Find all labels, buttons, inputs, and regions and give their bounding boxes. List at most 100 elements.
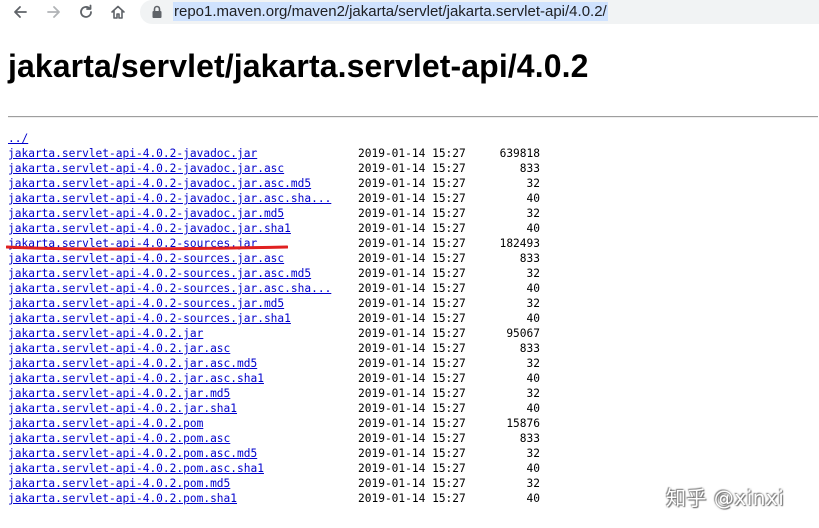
list-item: jakarta.servlet-api-4.0.2-javadoc.jar.md… bbox=[8, 207, 568, 222]
file-link[interactable]: jakarta.servlet-api-4.0.2-javadoc.jar.as… bbox=[8, 192, 331, 206]
file-link[interactable]: jakarta.servlet-api-4.0.2-sources.jar.as… bbox=[8, 267, 311, 281]
file-link[interactable]: jakarta.servlet-api-4.0.2-javadoc.jar bbox=[8, 147, 257, 161]
file-date: 2019-01-14 15:27 bbox=[358, 297, 466, 310]
list-item: jakarta.servlet-api-4.0.2.pom 2019-01-14 … bbox=[8, 417, 568, 432]
file-link[interactable]: jakarta.servlet-api-4.0.2.pom.asc.md5 bbox=[8, 447, 257, 461]
file-date: 2019-01-14 15:27 bbox=[358, 402, 466, 415]
file-size: 32 bbox=[526, 357, 540, 370]
file-date: 2019-01-14 15:27 bbox=[358, 147, 466, 160]
file-date: 2019-01-14 15:27 bbox=[358, 417, 466, 430]
file-rows: jakarta.servlet-api-4.0.2-javadoc.jar 201… bbox=[8, 147, 568, 507]
list-item: jakarta.servlet-api-4.0.2-sources.jar.as… bbox=[8, 252, 568, 267]
file-size: 40 bbox=[526, 402, 540, 415]
file-link[interactable]: jakarta.servlet-api-4.0.2.jar.asc.sha1 bbox=[8, 372, 264, 386]
file-date: 2019-01-14 15:27 bbox=[358, 432, 466, 445]
file-link[interactable]: jakarta.servlet-api-4.0.2-javadoc.jar.as… bbox=[8, 162, 284, 176]
file-link[interactable]: jakarta.servlet-api-4.0.2.jar.asc.md5 bbox=[8, 357, 257, 371]
list-item: jakarta.servlet-api-4.0.2-javadoc.jar.as… bbox=[8, 162, 568, 177]
file-link[interactable]: jakarta.servlet-api-4.0.2.jar.md5 bbox=[8, 387, 230, 401]
file-size: 833 bbox=[519, 252, 540, 265]
file-link[interactable]: jakarta.servlet-api-4.0.2.jar bbox=[8, 327, 203, 341]
file-link[interactable]: jakarta.servlet-api-4.0.2-sources.jar.md… bbox=[8, 297, 284, 311]
file-date: 2019-01-14 15:27 bbox=[358, 192, 466, 205]
address-bar[interactable]: repo1.maven.org/maven2/jakarta/servlet/j… bbox=[140, 0, 819, 24]
file-size: 40 bbox=[526, 372, 540, 385]
list-item: jakarta.servlet-api-4.0.2-javadoc.jar.as… bbox=[8, 192, 568, 207]
watermark: 知乎 @xinxi bbox=[666, 486, 785, 510]
file-size: 32 bbox=[526, 177, 540, 190]
file-size: 833 bbox=[519, 162, 540, 175]
file-size: 32 bbox=[526, 477, 540, 490]
list-item: jakarta.servlet-api-4.0.2-javadoc.jar 201… bbox=[8, 147, 568, 162]
reload-button[interactable] bbox=[75, 1, 97, 23]
file-size: 32 bbox=[526, 207, 540, 220]
file-date: 2019-01-14 15:27 bbox=[358, 267, 466, 280]
file-size: 40 bbox=[526, 282, 540, 295]
home-button[interactable] bbox=[107, 1, 129, 23]
file-date: 2019-01-14 15:27 bbox=[358, 327, 466, 340]
file-link[interactable]: jakarta.servlet-api-4.0.2-sources.jar.as… bbox=[8, 252, 284, 266]
list-item: jakarta.servlet-api-4.0.2.jar.asc 2019-01… bbox=[8, 342, 568, 357]
file-link[interactable]: jakarta.servlet-api-4.0.2.jar.asc bbox=[8, 342, 230, 356]
file-date: 2019-01-14 15:27 bbox=[358, 177, 466, 190]
list-item: jakarta.servlet-api-4.0.2.pom.asc.sha1 20… bbox=[8, 462, 568, 477]
address-url[interactable]: repo1.maven.org/maven2/jakarta/servlet/j… bbox=[173, 2, 608, 21]
file-link[interactable]: jakarta.servlet-api-4.0.2-javadoc.jar.md… bbox=[8, 207, 284, 221]
file-size: 182493 bbox=[499, 237, 540, 250]
file-date: 2019-01-14 15:27 bbox=[358, 237, 466, 250]
file-link[interactable]: jakarta.servlet-api-4.0.2.jar.sha1 bbox=[8, 402, 237, 416]
file-date: 2019-01-14 15:27 bbox=[358, 357, 466, 370]
file-link[interactable]: jakarta.servlet-api-4.0.2-sources.jar.sh… bbox=[8, 312, 291, 326]
file-date: 2019-01-14 15:27 bbox=[358, 312, 466, 325]
list-item: jakarta.servlet-api-4.0.2.jar.sha1 2019-0… bbox=[8, 402, 568, 417]
arrow-left-icon bbox=[14, 6, 27, 18]
file-size: 32 bbox=[526, 297, 540, 310]
red-underline-annotation bbox=[6, 245, 288, 251]
back-button[interactable] bbox=[9, 1, 31, 23]
file-date: 2019-01-14 15:27 bbox=[358, 222, 466, 235]
file-date: 2019-01-14 15:27 bbox=[358, 387, 466, 400]
list-item: jakarta.servlet-api-4.0.2.jar 2019-01-14 … bbox=[8, 327, 568, 342]
forward-button[interactable] bbox=[43, 1, 65, 23]
file-link[interactable]: jakarta.servlet-api-4.0.2.pom.asc.sha1 bbox=[8, 462, 264, 476]
parent-directory-link[interactable]: ../ bbox=[8, 132, 28, 146]
file-link[interactable]: jakarta.servlet-api-4.0.2-javadoc.jar.sh… bbox=[8, 222, 291, 236]
file-date: 2019-01-14 15:27 bbox=[358, 282, 466, 295]
list-item: jakarta.servlet-api-4.0.2.pom.sha1 2019-0… bbox=[8, 492, 568, 507]
file-size: 40 bbox=[526, 462, 540, 475]
list-item: jakarta.servlet-api-4.0.2.jar.md5 2019-01… bbox=[8, 387, 568, 402]
list-item: jakarta.servlet-api-4.0.2.jar.asc.sha1 20… bbox=[8, 372, 568, 387]
arrow-right-icon bbox=[47, 6, 60, 18]
file-link[interactable]: jakarta.servlet-api-4.0.2.pom bbox=[8, 417, 203, 431]
file-size: 32 bbox=[526, 447, 540, 460]
file-date: 2019-01-14 15:27 bbox=[358, 477, 466, 490]
file-link[interactable]: jakarta.servlet-api-4.0.2-sources.jar.as… bbox=[8, 282, 331, 296]
file-listing: ../ jakarta.servlet-api-4.0.2-javadoc.ja… bbox=[8, 132, 568, 507]
page-title: jakarta/servlet/jakarta.servlet-api/4.0.… bbox=[8, 48, 589, 84]
file-date: 2019-01-14 15:27 bbox=[358, 492, 466, 505]
file-date: 2019-01-14 15:27 bbox=[358, 342, 466, 355]
file-size: 833 bbox=[519, 342, 540, 355]
file-date: 2019-01-14 15:27 bbox=[358, 207, 466, 220]
list-item: jakarta.servlet-api-4.0.2-sources.jar.as… bbox=[8, 267, 568, 282]
file-size: 40 bbox=[526, 492, 540, 505]
file-link[interactable]: jakarta.servlet-api-4.0.2-javadoc.jar.as… bbox=[8, 177, 311, 191]
file-date: 2019-01-14 15:27 bbox=[358, 447, 466, 460]
list-item: jakarta.servlet-api-4.0.2-javadoc.jar.sh… bbox=[8, 222, 568, 237]
list-item: jakarta.servlet-api-4.0.2.jar.asc.md5 201… bbox=[8, 357, 568, 372]
list-item: jakarta.servlet-api-4.0.2.pom.md5 2019-01… bbox=[8, 477, 568, 492]
file-date: 2019-01-14 15:27 bbox=[358, 462, 466, 475]
horizontal-rule bbox=[8, 116, 818, 118]
file-size: 40 bbox=[526, 312, 540, 325]
file-link[interactable]: jakarta.servlet-api-4.0.2.pom.md5 bbox=[8, 477, 230, 491]
file-link[interactable]: jakarta.servlet-api-4.0.2.pom.asc bbox=[8, 432, 230, 446]
file-link[interactable]: jakarta.servlet-api-4.0.2.pom.sha1 bbox=[8, 492, 237, 506]
lock-icon bbox=[152, 5, 162, 18]
list-item-parent: ../ bbox=[8, 132, 568, 147]
list-item: jakarta.servlet-api-4.0.2.pom.asc 2019-01… bbox=[8, 432, 568, 447]
list-item: jakarta.servlet-api-4.0.2-sources.jar.md… bbox=[8, 297, 568, 312]
file-size: 32 bbox=[526, 387, 540, 400]
file-size: 40 bbox=[526, 192, 540, 205]
file-date: 2019-01-14 15:27 bbox=[358, 162, 466, 175]
list-item: jakarta.servlet-api-4.0.2-javadoc.jar.as… bbox=[8, 177, 568, 192]
